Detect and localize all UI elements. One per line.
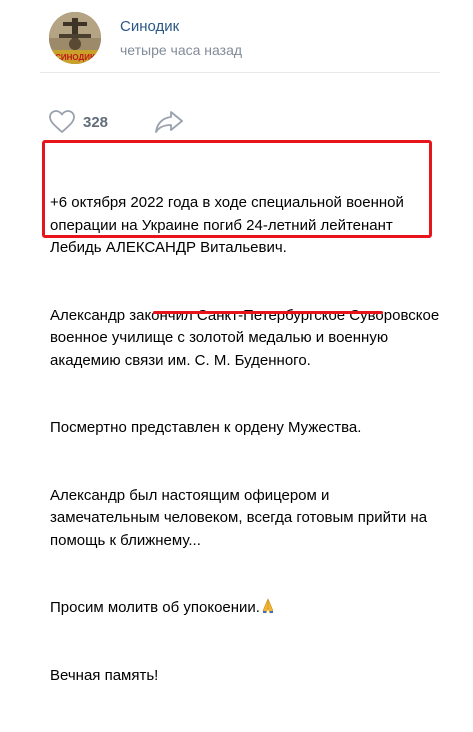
avatar-logo-text: СИНОДИК <box>55 53 95 62</box>
post-paragraph-5-text: Просим молитв об упокоении. <box>50 599 260 616</box>
post-paragraph-2: Александр закончил Санкт-Петербургское С… <box>50 306 444 369</box>
like-button[interactable]: 328 <box>49 107 141 137</box>
author-avatar[interactable]: СИНОДИК <box>49 12 101 64</box>
post-paragraph-4: Александр был настоящим офицером и замеч… <box>50 486 432 549</box>
post-card: СИНОДИК Синодик четыре часа назад 328 +6… <box>40 0 444 684</box>
annotation-highlight-box <box>42 140 432 238</box>
share-button[interactable] <box>154 109 184 135</box>
praying-hands-emoji <box>262 598 274 614</box>
post-paragraph-3: Посмертно представлен к ордену Мужества. <box>50 419 362 436</box>
post-paragraph-6: Вечная память! <box>50 666 159 684</box>
author-name[interactable]: Синодик <box>120 18 179 35</box>
post-timestamp[interactable]: четыре часа назад <box>120 42 242 58</box>
heart-outline-icon <box>49 110 75 133</box>
annotation-underline <box>153 311 383 314</box>
like-count: 328 <box>83 113 109 131</box>
post-header: СИНОДИК Синодик четыре часа назад <box>40 0 440 73</box>
post-actions: 328 <box>49 107 349 137</box>
avatar-image: СИНОДИК <box>49 12 101 64</box>
post-paragraph-5: Просим молитв об упокоении. <box>50 597 440 620</box>
share-arrow-icon <box>155 111 183 133</box>
